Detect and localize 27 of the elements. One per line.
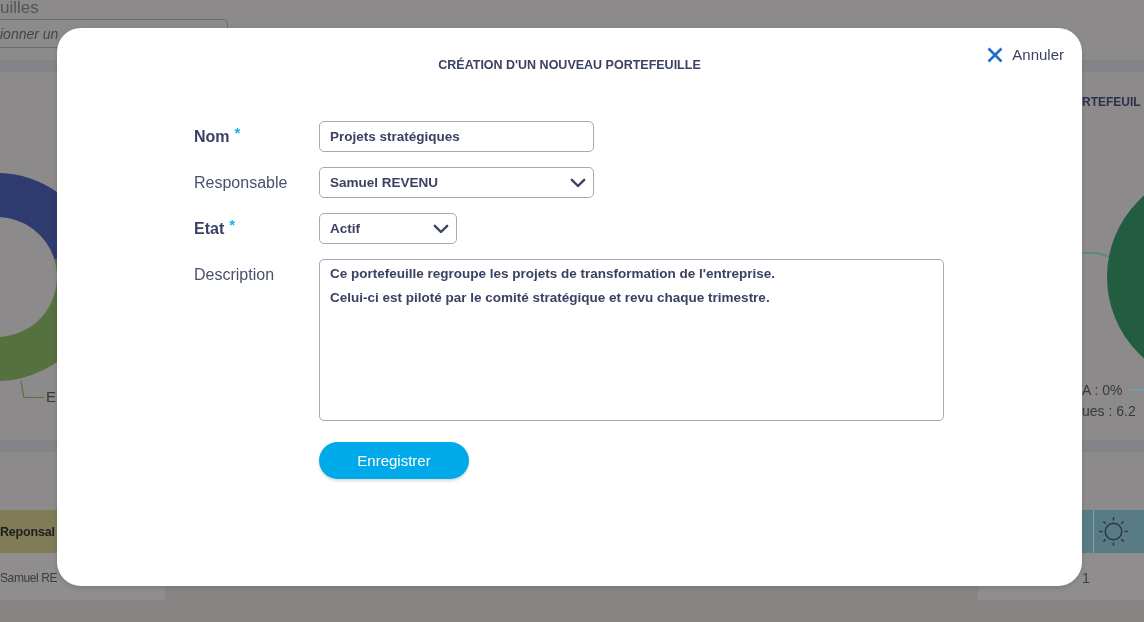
- field-label: Description: [194, 265, 275, 285]
- chevron-down-icon: [570, 177, 586, 188]
- field-label: Nom: [194, 127, 230, 147]
- close-icon: [987, 46, 1004, 63]
- textarea-field[interactable]: Ce portefeuille regroupe les projets de transformation de l'entreprise. Celui-ci est piloté par le comité stratégique et revu chaque trimestre.: [319, 259, 944, 421]
- leader-line: [20, 381, 44, 399]
- chart-label: E: [46, 389, 56, 405]
- chart-label: ues : 6.2: [1082, 404, 1137, 418]
- cancel-button[interactable]: Annuler: [987, 46, 1064, 63]
- chevron-down-icon: [433, 223, 449, 234]
- page-title: uilles: [0, 0, 39, 16]
- column-header: Reponsal: [0, 510, 57, 553]
- dropdown-select[interactable]: Samuel REVENU: [319, 167, 594, 198]
- chart-title: RTEFEUIL: [1082, 95, 1142, 109]
- table-cell-text: 1: [1082, 569, 1090, 586]
- chart-label: A : 0%: [1082, 383, 1123, 397]
- required-asterisk: *: [234, 123, 241, 143]
- dialog-title: CRÉATION D'UN NOUVEAU PORTEFEUILLE: [438, 57, 701, 73]
- table-cell-text: Samuel RE: [0, 570, 58, 586]
- placeholder-text: ionner un: [0, 25, 59, 42]
- dropdown-select[interactable]: Actif: [319, 213, 457, 244]
- required-asterisk: *: [229, 215, 236, 235]
- field-label: Responsable: [194, 173, 288, 193]
- leader-line: [1130, 388, 1144, 392]
- field-label: Etat: [194, 219, 225, 239]
- text-input[interactable]: Projets stratégiques: [319, 121, 594, 152]
- sun-icon: [1099, 517, 1128, 546]
